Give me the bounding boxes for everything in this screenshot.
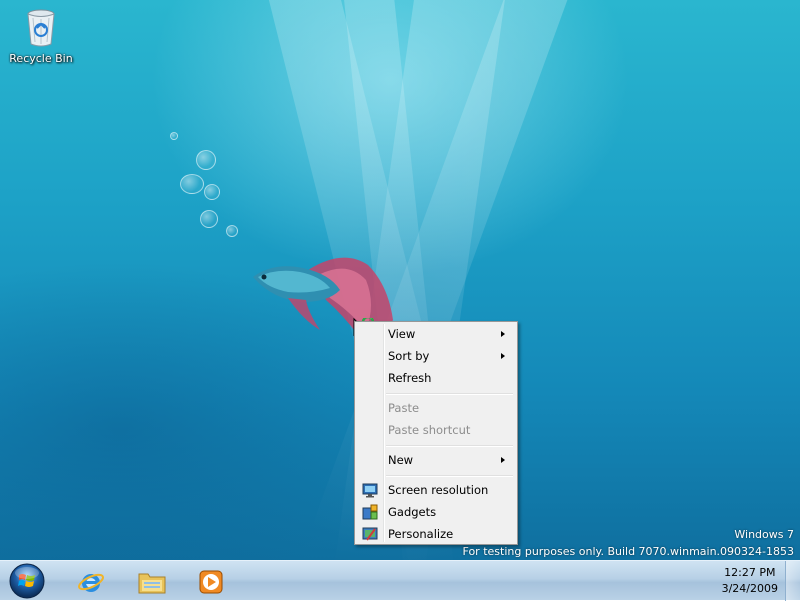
- bubble: [226, 225, 238, 237]
- menu-item-sort-by[interactable]: Sort by: [357, 345, 515, 367]
- bubble: [180, 174, 204, 194]
- menu-separator: [386, 445, 513, 447]
- menu-item-refresh[interactable]: Refresh: [357, 367, 515, 389]
- desktop-icon-label: Recycle Bin: [9, 52, 73, 65]
- menu-item-label: View: [388, 327, 416, 341]
- personalize-icon: [362, 526, 378, 542]
- folder-explorer-icon: [137, 568, 167, 600]
- screen-resolution-icon: [362, 482, 378, 498]
- watermark-build-info: For testing purposes only. Build 7070.wi…: [462, 545, 794, 558]
- taskbar-pin-windows-explorer[interactable]: [124, 563, 176, 599]
- bubble: [204, 184, 220, 200]
- taskbar: 12:27 PM 3/24/2009: [0, 560, 800, 602]
- media-player-icon: [197, 568, 225, 600]
- taskbar-pin-internet-explorer[interactable]: [64, 563, 116, 599]
- menu-item-personalize[interactable]: Personalize: [357, 523, 515, 545]
- menu-item-label: Personalize: [388, 527, 454, 541]
- menu-item-new[interactable]: New: [357, 449, 515, 471]
- menu-item-label: Gadgets: [388, 505, 437, 519]
- gadgets-icon: [362, 504, 378, 520]
- clock-time: 12:27 PM: [724, 566, 776, 579]
- menu-item-label: Sort by: [388, 349, 430, 363]
- windows-start-orb-icon: [9, 563, 45, 599]
- menu-item-screen-resolution[interactable]: Screen resolution: [357, 479, 515, 501]
- menu-item-label: Screen resolution: [388, 483, 489, 497]
- submenu-arrow-icon: [501, 457, 505, 463]
- bubble: [200, 210, 218, 228]
- desktop-background[interactable]: Recycle Bin Windows 7 For testing purpos…: [0, 0, 800, 560]
- menu-item-gadgets[interactable]: Gadgets: [357, 501, 515, 523]
- taskbar-clock[interactable]: 12:27 PM 3/24/2009: [722, 565, 778, 597]
- submenu-arrow-icon: [501, 331, 505, 337]
- menu-item-label: New: [388, 453, 414, 467]
- menu-item-view[interactable]: View: [357, 323, 515, 345]
- desktop-icon-recycle-bin[interactable]: Recycle Bin: [6, 6, 76, 65]
- clock-date: 3/24/2009: [721, 582, 778, 595]
- menu-item-label: Paste shortcut: [388, 423, 471, 437]
- menu-item-paste[interactable]: Paste: [357, 397, 515, 419]
- menu-separator: [386, 393, 513, 395]
- desktop-context-menu: View Sort by Refresh Paste Paste shortcu…: [354, 321, 518, 545]
- submenu-arrow-icon: [501, 353, 505, 359]
- start-button[interactable]: [7, 562, 47, 602]
- internet-explorer-icon: [77, 568, 105, 600]
- bubble: [196, 150, 216, 170]
- menu-item-label: Paste: [388, 401, 420, 415]
- show-desktop-button[interactable]: [785, 561, 800, 601]
- bubble: [170, 132, 178, 140]
- menu-item-paste-shortcut[interactable]: Paste shortcut: [357, 419, 515, 441]
- menu-item-label: Refresh: [388, 371, 432, 385]
- menu-separator: [386, 475, 513, 477]
- taskbar-pin-media-player[interactable]: [184, 563, 236, 599]
- recycle-bin-icon: [26, 8, 56, 48]
